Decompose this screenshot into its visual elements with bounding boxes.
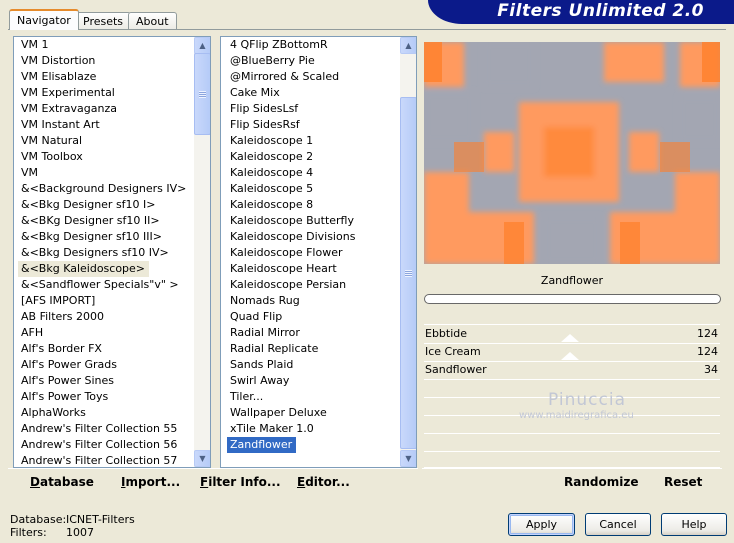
randomize-button[interactable]: Randomize [564, 475, 638, 489]
list-item[interactable]: Kaleidoscope Divisions [227, 230, 355, 243]
apply-button[interactable]: Apply [508, 513, 575, 536]
list-item[interactable]: Kaleidoscope Butterfly [227, 214, 354, 227]
list-item[interactable]: xTile Maker 1.0 [227, 422, 314, 435]
category-scrollbar[interactable]: ▲ ▼ [194, 37, 210, 467]
list-item[interactable]: Nomads Rug [227, 294, 300, 307]
slider-marker-icon[interactable] [561, 352, 579, 360]
kaleidoscope-preview [424, 42, 720, 264]
scroll-thumb[interactable] [194, 53, 210, 135]
list-item[interactable]: VM 1 [18, 38, 49, 51]
list-item[interactable]: Alf's Power Sines [18, 374, 114, 387]
scroll-down-icon[interactable]: ▼ [400, 450, 416, 467]
cancel-button[interactable]: Cancel [585, 513, 651, 536]
scroll-down-icon[interactable]: ▼ [194, 450, 210, 467]
list-item[interactable]: &<Sandflower Specials"v" > [18, 278, 179, 291]
list-item[interactable]: Kaleidoscope 1 [227, 134, 313, 147]
filter-list[interactable]: 4 QFlip ZBottomR @BlueBerry Pie @Mirrored … [220, 36, 417, 468]
list-item[interactable]: Quad Flip [227, 310, 282, 323]
scroll-up-icon[interactable]: ▲ [194, 37, 210, 54]
title-banner: Filters Unlimited 2.0 [428, 0, 734, 24]
help-button[interactable]: Help [661, 513, 727, 536]
list-item[interactable]: Swirl Away [227, 374, 289, 387]
list-item[interactable]: [AFS IMPORT] [18, 294, 95, 307]
list-item[interactable]: Kaleidoscope 5 [227, 182, 313, 195]
param-label: Ice Cream [425, 345, 481, 358]
list-item[interactable]: VM [18, 166, 38, 179]
list-item[interactable]: AFH [18, 326, 43, 339]
list-item[interactable]: Kaleidoscope Flower [227, 246, 343, 259]
list-item[interactable]: AB Filters 2000 [18, 310, 104, 323]
param-value: 124 [697, 345, 718, 358]
list-item[interactable]: VM Distortion [18, 54, 95, 67]
scroll-up-icon[interactable]: ▲ [400, 37, 416, 54]
tab-navigator[interactable]: Navigator [9, 9, 79, 30]
list-item[interactable]: Kaleidoscope 8 [227, 198, 313, 211]
list-item[interactable]: &<Bkg Kaleidoscope> [18, 261, 150, 277]
import-button[interactable]: Import... [121, 475, 180, 489]
list-item[interactable]: &<Bkg Designers sf10 IV> [18, 246, 169, 259]
current-filter-name: Zandflower [540, 274, 604, 287]
tab-pane-border [8, 29, 726, 30]
list-item[interactable]: Radial Replicate [227, 342, 318, 355]
editor-button[interactable]: Editor... [297, 475, 350, 489]
watermark-url: www.maidiregrafica.eu [519, 410, 634, 421]
list-item[interactable]: Andrew's Filter Collection 55 [18, 422, 177, 435]
list-item[interactable]: Alf's Border FX [18, 342, 102, 355]
list-item[interactable]: VM Extravaganza [18, 102, 117, 115]
list-item[interactable]: VM Natural [18, 134, 82, 147]
list-item[interactable]: @BlueBerry Pie [227, 54, 315, 67]
category-list[interactable]: VM 1 VM Distortion VM Elisablaze VM Experim… [13, 36, 211, 468]
list-item[interactable]: Flip SidesLsf [227, 102, 298, 115]
list-item[interactable]: Wallpaper Deluxe [227, 406, 327, 419]
list-item[interactable]: Tiler... [227, 390, 263, 403]
list-item[interactable]: Kaleidoscope Heart [227, 262, 337, 275]
list-item[interactable]: VM Toolbox [18, 150, 83, 163]
preview-image [424, 42, 720, 264]
database-button[interactable]: Database [30, 475, 94, 489]
param-label: Ebbtide [425, 327, 468, 340]
list-item[interactable]: Radial Mirror [227, 326, 300, 339]
progress-bar [424, 294, 721, 304]
list-item[interactable]: 4 QFlip ZBottomR [227, 38, 328, 51]
param-value: 124 [697, 327, 718, 340]
list-item[interactable]: Kaleidoscope 2 [227, 150, 313, 163]
list-item[interactable]: VM Instant Art [18, 118, 100, 131]
list-item[interactable]: Andrew's Filter Collection 57 [18, 454, 177, 467]
status-database-label: Database: [10, 513, 67, 526]
list-item[interactable]: Kaleidoscope 4 [227, 166, 313, 179]
banner-title: Filters Unlimited 2.0 [497, 1, 704, 21]
list-item[interactable]: Cake Mix [227, 86, 280, 99]
list-item[interactable]: VM Experimental [18, 86, 115, 99]
list-item[interactable]: Zandflower [227, 437, 297, 453]
param-row-sandflower[interactable]: Sandflower 34 [424, 361, 720, 379]
status-filters-label: Filters: [10, 526, 47, 539]
status-database-value: ICNET-Filters [66, 513, 135, 526]
list-item[interactable]: Flip SidesRsf [227, 118, 300, 131]
tab-presets[interactable]: Presets [75, 12, 132, 29]
status-database: Database: ICNET-Filters [10, 513, 135, 526]
reset-button[interactable]: Reset [664, 475, 702, 489]
param-label: Sandflower [425, 363, 487, 376]
filter-scrollbar[interactable]: ▲ ▼ [400, 37, 416, 467]
list-item[interactable]: Sands Plaid [227, 358, 293, 371]
list-item[interactable]: Alf's Power Grads [18, 358, 117, 371]
watermark-name: Pinuccia [548, 390, 626, 410]
tab-about[interactable]: About [128, 12, 177, 29]
list-item[interactable]: Kaleidoscope Persian [227, 278, 346, 291]
status-filters: Filters: 1007 [10, 526, 94, 539]
param-value: 34 [704, 363, 718, 376]
list-item[interactable]: AlphaWorks [18, 406, 86, 419]
list-item[interactable]: @Mirrored & Scaled [227, 70, 339, 83]
list-item[interactable]: &<Bkg Designer sf10 III> [18, 230, 162, 243]
list-item[interactable]: &<Background Designers IV> [18, 182, 186, 195]
status-filters-value: 1007 [66, 526, 94, 539]
filter-info-button[interactable]: Filter Info... [200, 475, 281, 489]
list-item[interactable]: VM Elisablaze [18, 70, 96, 83]
list-item[interactable]: Alf's Power Toys [18, 390, 108, 403]
scroll-thumb[interactable] [400, 97, 416, 449]
slider-marker-icon[interactable] [561, 334, 579, 342]
list-item[interactable]: &<Bkg Designer sf10 I> [18, 198, 156, 211]
list-item[interactable]: &<BKg Designer sf10 II> [18, 214, 160, 227]
list-item[interactable]: Andrew's Filter Collection 56 [18, 438, 177, 451]
